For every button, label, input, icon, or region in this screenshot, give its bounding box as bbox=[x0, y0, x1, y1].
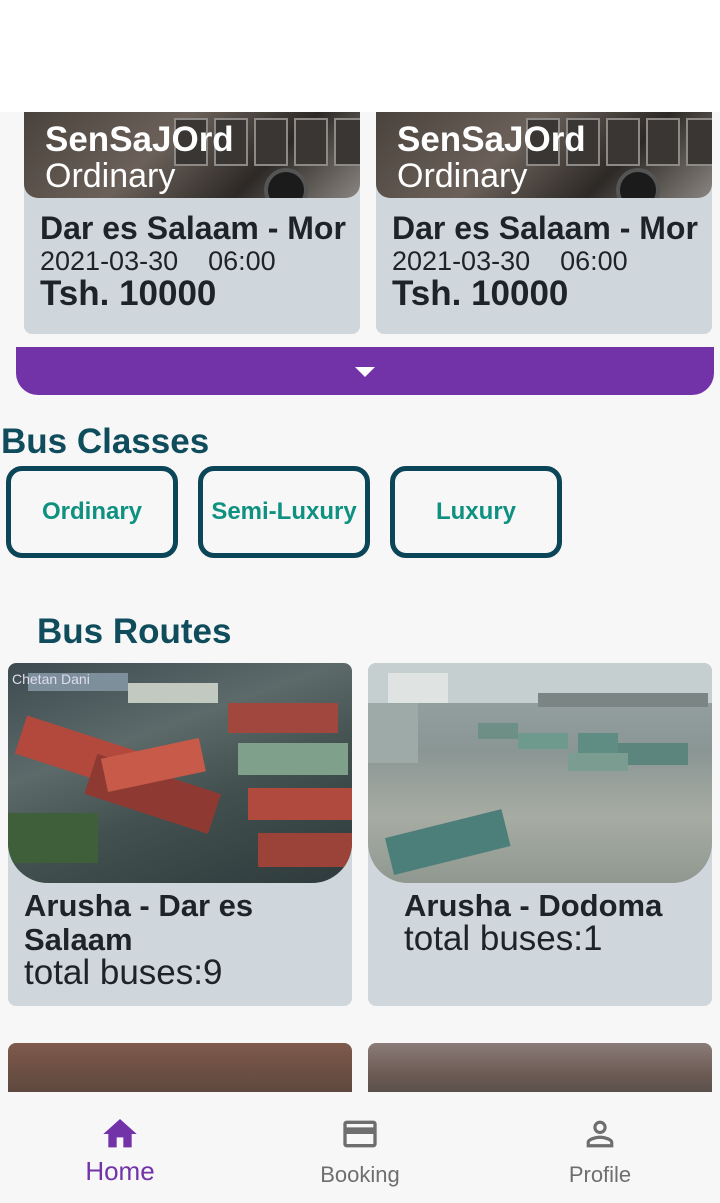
trip-route: Dar es Salaam - Mor bbox=[392, 210, 698, 246]
photo-watermark: Chetan Dani bbox=[12, 671, 90, 687]
class-ordinary-button[interactable]: Ordinary bbox=[6, 466, 178, 558]
trip-class: Ordinary bbox=[45, 157, 176, 195]
trip-price: Tsh. 10000 bbox=[40, 274, 217, 313]
credit-card-icon bbox=[343, 1120, 377, 1148]
home-icon bbox=[103, 1119, 137, 1148]
trip-time: 06:00 bbox=[208, 246, 276, 276]
trip-datetime: 2021-03-30 06:00 bbox=[40, 246, 276, 277]
expand-trips-button[interactable] bbox=[16, 347, 714, 395]
bus-photo: SenSaJOrd Ordinary bbox=[376, 112, 712, 198]
trip-class: Ordinary bbox=[397, 157, 528, 195]
trip-route: Dar es Salaam - Mor bbox=[40, 210, 346, 246]
route-card[interactable]: Chetan Dani Arusha - Dar es Salaam total… bbox=[8, 663, 352, 1006]
trip-datetime: 2021-03-30 06:00 bbox=[392, 246, 628, 277]
caret-down-icon bbox=[355, 367, 375, 377]
route-bus-count: total buses:1 bbox=[404, 919, 603, 958]
route-card[interactable]: Arusha - Dodoma total buses:1 bbox=[368, 663, 712, 1006]
trip-company: SenSaJOrd bbox=[397, 120, 586, 159]
route-name: Arusha - Dar es Salaam bbox=[24, 888, 254, 957]
nav-booking[interactable]: Booking bbox=[240, 1092, 480, 1203]
nav-booking-label: Booking bbox=[320, 1162, 400, 1187]
class-luxury-button[interactable]: Luxury bbox=[390, 466, 562, 558]
bus-routes-title: Bus Routes bbox=[37, 612, 232, 651]
trip-price: Tsh. 10000 bbox=[392, 274, 569, 313]
nav-home-label: Home bbox=[85, 1156, 155, 1186]
route-photo: Chetan Dani bbox=[8, 663, 352, 883]
route-bus-count: total buses:9 bbox=[24, 953, 223, 992]
bus-classes-title: Bus Classes bbox=[1, 422, 210, 461]
trip-date: 2021-03-30 bbox=[392, 246, 531, 276]
bus-photo: SenSaJOrd Ordinary bbox=[24, 112, 360, 198]
nav-home[interactable]: Home bbox=[0, 1092, 240, 1203]
bottom-navigation: Home Booking Profile bbox=[0, 1092, 720, 1203]
route-name: Arusha - Dodoma bbox=[404, 888, 663, 923]
trip-date: 2021-03-30 bbox=[40, 246, 179, 276]
class-semi-luxury-button[interactable]: Semi-Luxury bbox=[198, 466, 370, 558]
route-photo bbox=[368, 663, 712, 883]
app-top-bar bbox=[0, 0, 720, 112]
trip-company: SenSaJOrd bbox=[45, 120, 234, 159]
trip-time: 06:00 bbox=[560, 246, 628, 276]
trip-card[interactable]: SenSaJOrd Ordinary Dar es Salaam - Mor 2… bbox=[376, 112, 712, 334]
nav-profile-label: Profile bbox=[568, 1162, 632, 1187]
nav-profile[interactable]: Profile bbox=[480, 1092, 720, 1203]
person-icon bbox=[586, 1120, 614, 1148]
trip-card[interactable]: SenSaJOrd Ordinary Dar es Salaam - Mor 2… bbox=[24, 112, 360, 334]
